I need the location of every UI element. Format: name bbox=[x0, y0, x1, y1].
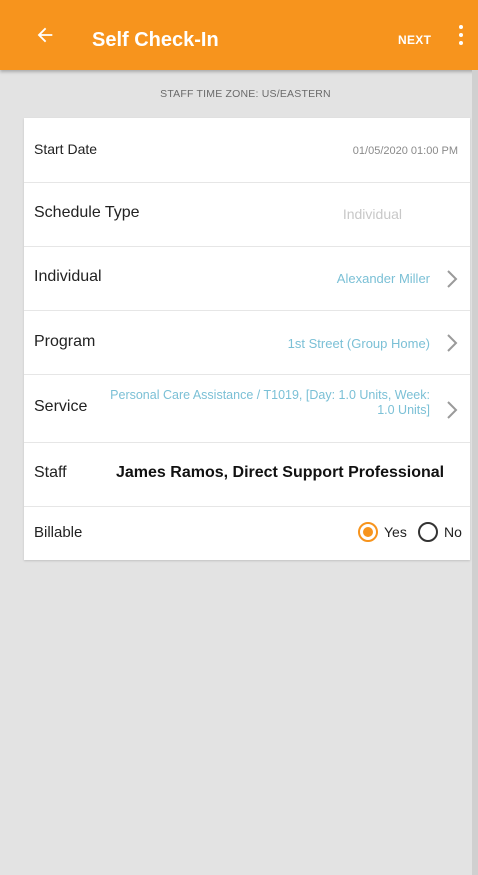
next-button[interactable]: NEXT bbox=[398, 33, 431, 47]
staff-row: Staff James Ramos, Direct Support Profes… bbox=[24, 442, 470, 507]
individual-label: Individual bbox=[34, 268, 102, 285]
chevron-right-icon[interactable] bbox=[446, 400, 458, 420]
service-label: Service bbox=[34, 398, 88, 415]
scroll-edge bbox=[472, 70, 478, 875]
billable-yes-label[interactable]: Yes bbox=[384, 524, 407, 540]
individual-row[interactable]: Individual Alexander Miller bbox=[24, 246, 470, 311]
schedule-type-value: Individual bbox=[342, 206, 402, 222]
chevron-right-icon[interactable] bbox=[446, 333, 458, 353]
staff-value: James Ramos, Direct Support Professional bbox=[116, 464, 445, 481]
billable-no-label[interactable]: No bbox=[444, 524, 462, 540]
start-date-label: Start Date bbox=[34, 141, 98, 157]
page-title: Self Check-In bbox=[92, 29, 219, 51]
arrow-left-icon[interactable] bbox=[34, 24, 56, 46]
app-bar: Self Check-In NEXT bbox=[0, 0, 478, 70]
checkin-form-card: Start Date 01/05/2020 01:00 PM Schedule … bbox=[24, 118, 470, 560]
schedule-type-label: Schedule Type bbox=[34, 204, 140, 221]
service-value: Personal Care Assistance / T1019, [Day: … bbox=[110, 388, 430, 417]
individual-value: Alexander Miller bbox=[336, 271, 430, 286]
staff-label: Staff bbox=[34, 464, 67, 481]
start-date-value: 01/05/2020 01:00 PM bbox=[352, 145, 458, 157]
service-row[interactable]: Service Personal Care Assistance / T1019… bbox=[24, 374, 470, 443]
billable-row: Billable Yes No bbox=[24, 506, 470, 560]
billable-no-radio[interactable] bbox=[418, 522, 438, 542]
start-date-row[interactable]: Start Date 01/05/2020 01:00 PM bbox=[24, 118, 470, 183]
more-vert-icon[interactable] bbox=[456, 25, 466, 47]
program-label: Program bbox=[34, 333, 96, 350]
program-value: 1st Street (Group Home) bbox=[287, 336, 430, 351]
billable-label: Billable bbox=[34, 524, 83, 541]
program-row[interactable]: Program 1st Street (Group Home) bbox=[24, 310, 470, 375]
chevron-right-icon[interactable] bbox=[446, 269, 458, 289]
schedule-type-row: Schedule Type Individual bbox=[24, 182, 470, 247]
staff-timezone-label: STAFF TIME ZONE: US/EASTERN bbox=[160, 88, 331, 100]
billable-yes-radio[interactable] bbox=[358, 522, 378, 542]
